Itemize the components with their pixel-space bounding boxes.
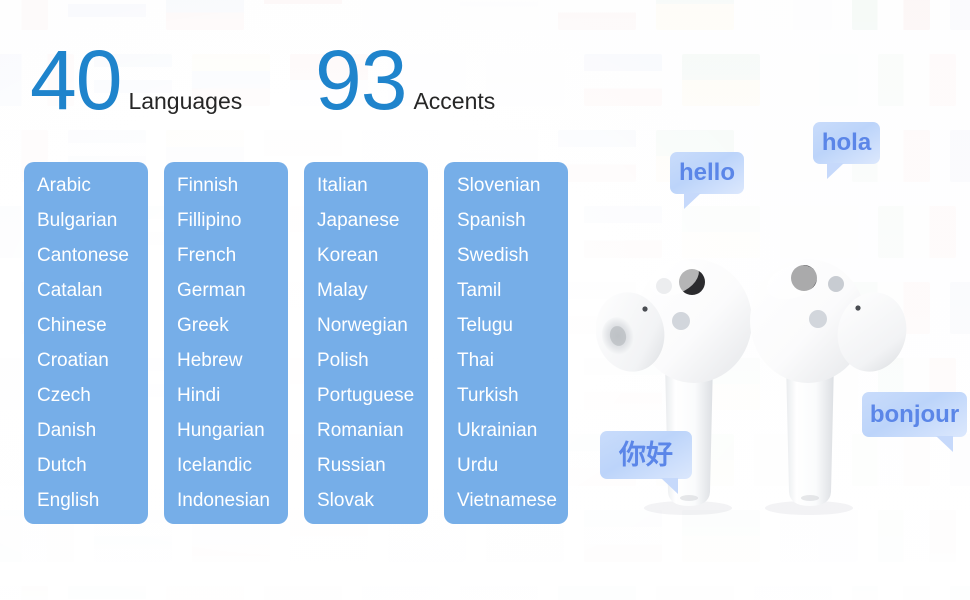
language-item: Slovenian [457,175,541,196]
background-flag-tile [950,434,970,486]
infographic-canvas: 40 Languages 93 Accents Arabic Bulgarian C… [0,0,970,600]
greeting-bubble-hello-text: hello [678,159,735,186]
language-item: Korean [317,245,379,266]
stat-languages: 40 Languages [30,38,242,122]
language-item: Polish [317,350,369,371]
language-item: Turkish [457,385,519,406]
language-item: Czech [37,385,91,406]
language-item: Hebrew [177,350,243,371]
language-item: Arabic [37,175,91,196]
language-item: Romanian [317,420,404,441]
background-flag-tile [486,54,564,106]
stat-accents-number: 93 [315,33,407,127]
greeting-bubble-hola-text: hola [821,129,872,156]
stat-accents: 93 Accents [315,38,495,122]
background-flag-tile [682,54,760,106]
background-flag-tile [264,0,342,30]
background-flag-tile [68,586,146,600]
language-item: Finnish [177,175,239,196]
language-card-3: Italian Japanese Korean Malay Norwegian Polis… [304,162,428,524]
language-item: Russian [317,455,386,476]
language-item: Swedish [457,245,529,266]
background-flag-tile [950,130,970,182]
language-item: Bulgarian [37,210,118,231]
background-flag-tile [166,586,244,600]
background-flag-tile [584,54,662,106]
greeting-bubble-hello: hello [670,152,744,209]
background-flag-tile [852,0,930,30]
language-item: Norwegian [317,315,408,336]
language-item: Thai [457,350,494,371]
background-flag-tile [558,0,636,30]
background-flag-tile [852,586,930,600]
language-item: German [177,280,246,301]
greeting-bubble-bonjour: bonjour [862,392,967,452]
background-flag-tile [878,54,956,106]
language-item: Urdu [457,455,499,476]
background-flag-tile [950,586,970,600]
background-flag-tile [558,586,636,600]
background-flag-tile [950,282,970,334]
language-item: French [177,245,237,266]
language-item: Hungarian [177,420,265,441]
language-item: Icelandic [177,455,252,476]
language-card-1: Arabic Bulgarian Cantonese Catalan Chinese Cr… [24,162,148,524]
background-flag-tile [754,0,832,30]
language-card-4: Slovenian Spanish Swedish Tamil Telugu Thai Tu… [444,162,568,524]
language-item: Indonesian [177,490,270,511]
language-item: Spanish [457,210,526,231]
greeting-bubble-nihao: 你好 [600,431,692,494]
language-item: Hindi [177,385,221,406]
language-item: Slovak [317,490,375,511]
background-flag-tile [0,0,48,30]
stat-languages-number: 40 [30,33,122,127]
background-flag-tile [362,0,440,30]
language-item: Portuguese [317,385,415,406]
language-item: Telugu [457,315,513,336]
background-flag-tile [950,0,970,30]
greeting-bubble-nihao-text: 你好 [619,439,673,470]
language-card-2: Finnish Fillipino French German Greek Hebrew H… [164,162,288,524]
background-flag-tile [460,0,538,30]
language-item: Dutch [37,455,87,476]
language-item: Catalan [37,280,103,301]
background-flag-tile [166,0,244,30]
language-item: Vietnamese [457,490,557,511]
greeting-bubble-hola: hola [813,122,880,179]
background-flag-tile [0,586,48,600]
background-flag-tile [362,586,440,600]
background-flag-tile [656,586,734,600]
language-item: Cantonese [37,245,129,266]
language-item: Croatian [37,350,109,371]
greeting-bubble-bonjour-text: bonjour [869,400,960,428]
background-flag-tile [460,586,538,600]
background-flag-tile [558,130,636,182]
language-item: Japanese [317,210,400,231]
background-flag-tile [68,0,146,30]
wireless-earbuds-image [595,226,916,526]
background-flag-tile [780,54,858,106]
language-item: Chinese [37,315,107,336]
language-item: Greek [177,315,229,336]
language-item: Ukrainian [457,420,538,441]
language-item: Fillipino [177,210,242,231]
language-item: Tamil [457,280,502,301]
language-item: Danish [37,420,97,441]
language-item: Italian [317,175,368,196]
language-item: English [37,490,100,511]
language-columns: Arabic Bulgarian Cantonese Catalan Chinese Cr… [24,162,568,524]
stat-languages-caption: Languages [128,88,243,114]
background-flag-tile [264,586,342,600]
background-flag-tile [656,0,734,30]
background-flag-tile [754,586,832,600]
stat-accents-caption: Accents [413,88,496,114]
language-item: Malay [317,280,368,301]
